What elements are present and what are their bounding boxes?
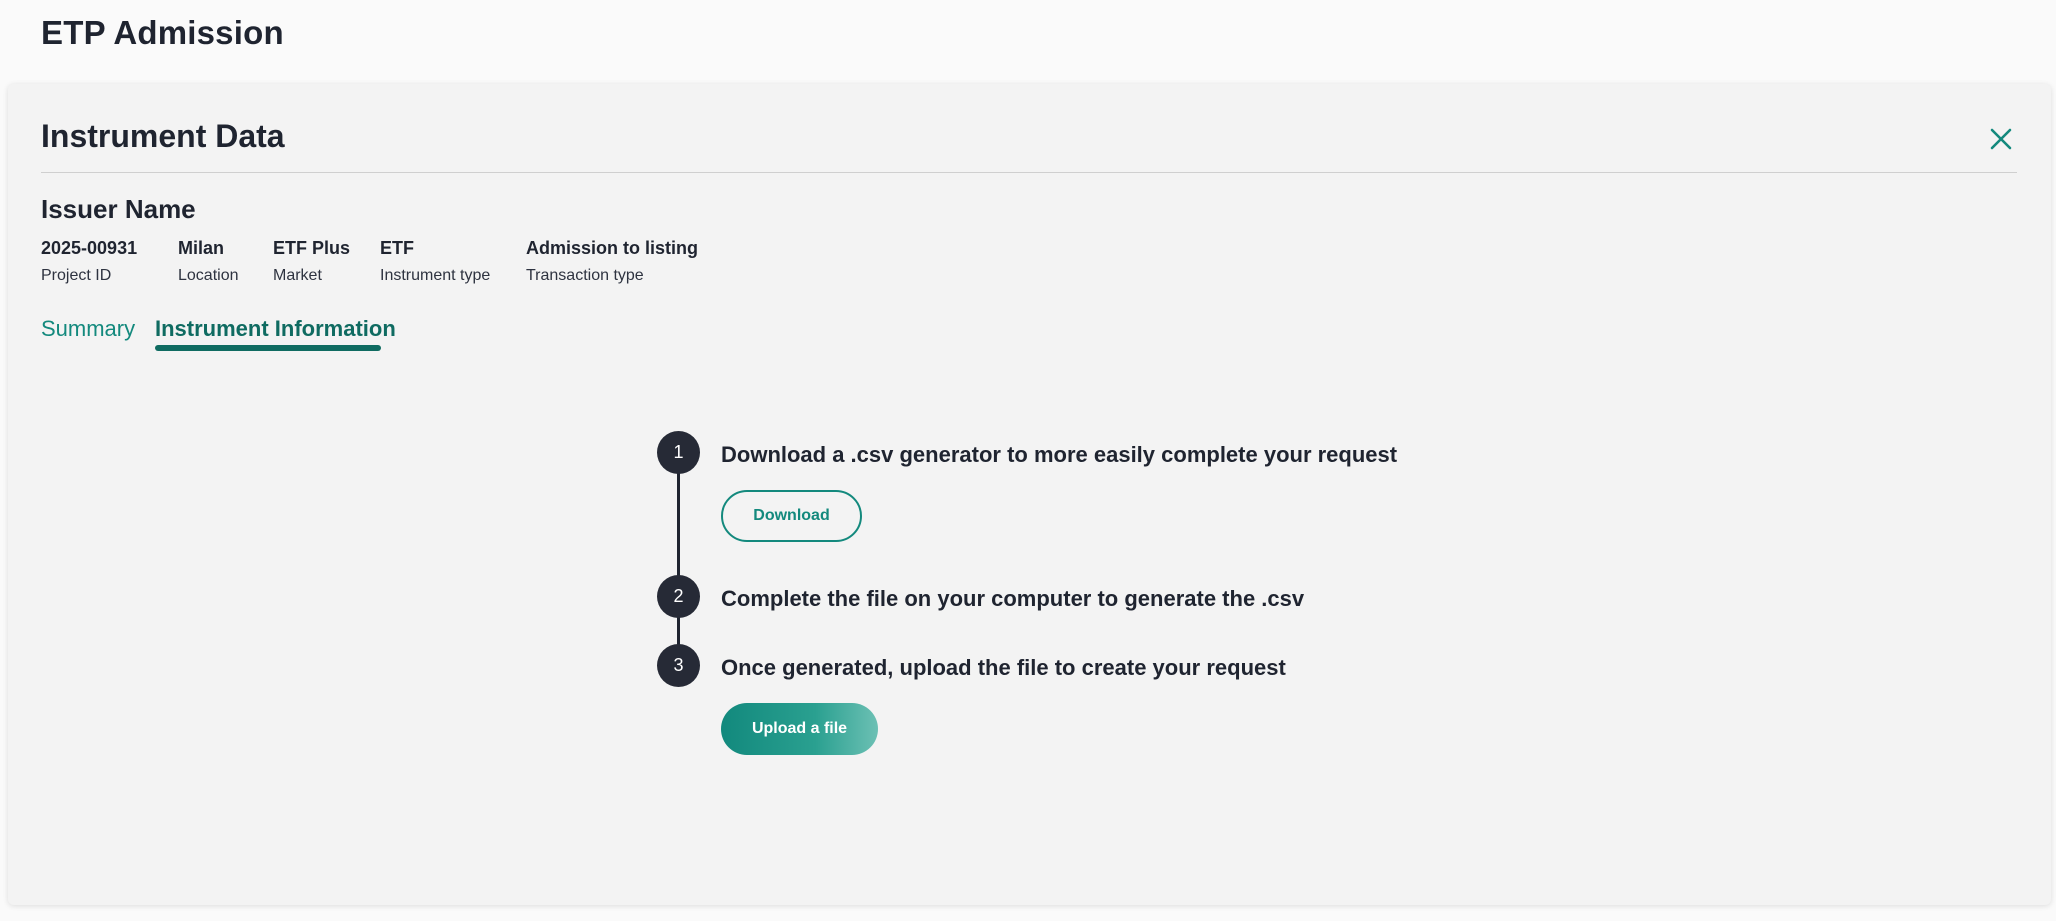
panel-title: Instrument Data (41, 118, 285, 154)
meta-value: Admission to listing (526, 238, 699, 258)
app-title: ETP Admission (41, 14, 284, 51)
meta-value: 2025-00931 (41, 238, 138, 258)
meta-project-id: 2025-00931 Project ID (41, 238, 137, 285)
step-3-text: Once generated, upload the file to creat… (721, 655, 1286, 680)
meta-instrument-type: ETF Instrument type (380, 238, 490, 285)
step-number-3: 3 (657, 644, 700, 687)
meta-market: ETF Plus Market (273, 238, 350, 285)
meta-value: ETF (380, 238, 414, 258)
step-connector (677, 454, 680, 594)
meta-transaction-type: Admission to listing Transaction type (526, 238, 698, 285)
active-tab-indicator (155, 345, 381, 351)
instrument-data-panel: Instrument Data Issuer Name 2025-00931 P… (8, 84, 2051, 905)
meta-value: ETF Plus (273, 238, 351, 258)
title-divider (41, 172, 2017, 173)
close-icon (1990, 128, 2012, 150)
step-2-text: Complete the file on your computer to ge… (721, 586, 1305, 611)
tab-summary[interactable]: Summary (41, 316, 135, 342)
meta-label: Market (273, 267, 322, 284)
meta-label: Location (178, 267, 239, 284)
app-header: ETP Admission (0, 0, 2056, 84)
meta-location: Milan Location (178, 238, 239, 285)
step-number-1: 1 (657, 431, 700, 474)
step-number-2: 2 (657, 575, 700, 618)
step-1-text: Download a .csv generator to more easily… (721, 442, 1398, 467)
upload-file-button[interactable]: Upload a file (721, 703, 878, 755)
meta-label: Project ID (41, 267, 112, 284)
meta-label: Instrument type (380, 267, 491, 284)
download-button[interactable]: Download (721, 490, 862, 542)
issuer-name: Issuer Name (41, 194, 196, 224)
meta-label: Transaction type (526, 267, 644, 284)
tab-instrument-information[interactable]: Instrument Information (155, 316, 396, 342)
close-button[interactable] (1983, 121, 2019, 157)
meta-value: Milan (178, 238, 225, 258)
